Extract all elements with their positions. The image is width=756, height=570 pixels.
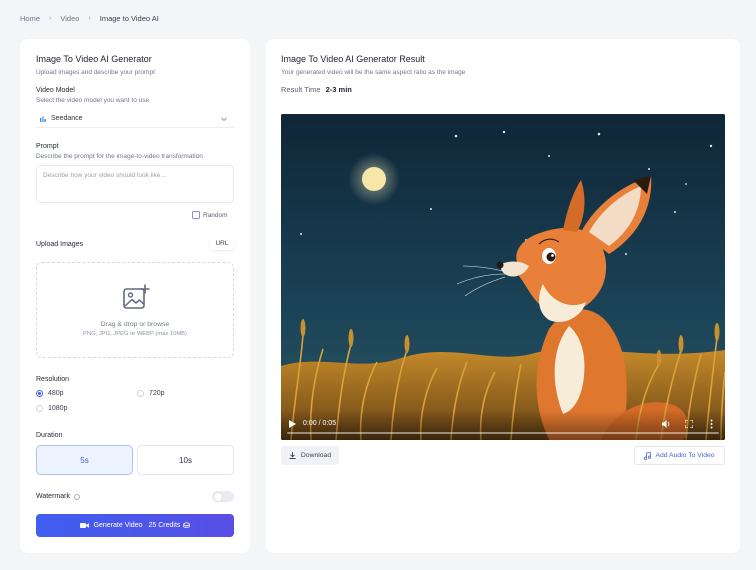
- chevron-right-icon: ›: [49, 15, 52, 22]
- upload-images-label: Upload Images: [36, 241, 84, 248]
- add-audio-label: Add Audio To Video: [655, 452, 715, 459]
- chevron-right-icon: ›: [88, 15, 91, 22]
- duration-label: Duration: [36, 432, 63, 439]
- prompt-hint: Describe the prompt for the image-to-vid…: [36, 153, 203, 160]
- radio-icon[interactable]: [137, 390, 144, 397]
- breadcrumb: Home › Video › Image to Video AI: [20, 14, 159, 23]
- volume-icon[interactable]: [662, 420, 671, 428]
- video-frame-fox-image: [281, 114, 725, 440]
- video-model-value: Seedance: [51, 115, 83, 122]
- generate-video-button[interactable]: Generate Video 25 Credits: [36, 514, 234, 537]
- more-options-icon[interactable]: [710, 419, 713, 429]
- resolution-720p-label: 720p: [149, 390, 165, 397]
- resolution-option-480p[interactable]: 480p: [36, 390, 64, 397]
- result-title: Image To Video AI Generator Result: [281, 54, 425, 64]
- watermark-label: Watermark: [36, 493, 70, 500]
- random-checkbox-box[interactable]: [192, 211, 200, 219]
- video-controls: 0:00 / 0:05: [281, 410, 725, 440]
- radio-icon[interactable]: [36, 405, 43, 412]
- result-subtitle: Your generated video will be the same as…: [281, 69, 466, 76]
- video-model-hint: Select the video model you want to use: [36, 97, 150, 104]
- form-subtitle: Upload images and describe your prompt: [36, 69, 155, 76]
- random-prompt-checkbox[interactable]: Random: [192, 211, 228, 219]
- form-title: Image To Video AI Generator: [36, 54, 152, 64]
- breadcrumb-home[interactable]: Home: [20, 14, 40, 23]
- video-camera-icon: [79, 523, 89, 528]
- download-icon: [289, 452, 296, 459]
- chevron-down-icon: [221, 117, 227, 122]
- breadcrumb-video[interactable]: Video: [60, 14, 79, 23]
- credits-cost: 25 Credits: [148, 522, 181, 529]
- duration-5s-button[interactable]: 5s: [36, 445, 133, 475]
- dropzone-title: Drag & drop or browse: [100, 321, 170, 328]
- image-dropzone[interactable]: Drag & drop or browse PNG, JPG, JPEG or …: [36, 262, 234, 358]
- radio-selected-icon[interactable]: [36, 390, 43, 397]
- video-progress-bar[interactable]: [287, 432, 719, 434]
- dropzone-formats: PNG, JPG, JPEG or WEBP (max 10MB): [83, 331, 187, 337]
- resolution-1080p-label: 1080p: [48, 405, 68, 412]
- video-model-label: Video Model: [36, 87, 75, 94]
- add-image-icon: [123, 284, 150, 309]
- credits-coin-icon: [183, 522, 191, 528]
- music-note-icon: [644, 451, 652, 460]
- result-time-value: 2-3 min: [325, 85, 352, 94]
- model-logo-icon: [40, 116, 46, 122]
- watermark-row: Watermark: [36, 493, 80, 500]
- result-time: Result Time 2-3 min: [281, 85, 352, 94]
- generate-video-label: Generate Video: [93, 522, 143, 529]
- resolution-option-1080p[interactable]: 1080p: [36, 405, 67, 412]
- info-icon[interactable]: [74, 493, 80, 500]
- video-model-select[interactable]: Seedance: [36, 110, 234, 128]
- download-button[interactable]: Download: [281, 446, 339, 465]
- result-panel: Image To Video AI Generator Result Your …: [266, 39, 740, 553]
- breadcrumb-current: Image to Video AI: [99, 14, 159, 23]
- video-time: 0:00 / 0:05: [303, 420, 337, 427]
- prompt-textarea[interactable]: Describe how your video should look like…: [36, 165, 234, 203]
- add-audio-button[interactable]: Add Audio To Video: [634, 446, 725, 465]
- prompt-label: Prompt: [36, 143, 59, 150]
- resolution-option-720p[interactable]: 720p: [137, 390, 165, 397]
- video-player[interactable]: 0:00 / 0:05: [281, 114, 725, 440]
- download-label: Download: [300, 452, 332, 459]
- fullscreen-icon[interactable]: [685, 420, 693, 428]
- play-icon[interactable]: [289, 420, 296, 428]
- url-upload-button[interactable]: URL: [210, 236, 234, 250]
- resolution-480p-label: 480p: [48, 390, 64, 397]
- random-label: Random: [203, 211, 228, 219]
- generator-form-panel: Image To Video AI Generator Upload image…: [20, 39, 250, 553]
- resolution-label: Resolution: [36, 376, 70, 383]
- result-time-label: Result Time: [281, 85, 321, 94]
- watermark-toggle[interactable]: [212, 491, 234, 502]
- duration-10s-button[interactable]: 10s: [137, 445, 234, 475]
